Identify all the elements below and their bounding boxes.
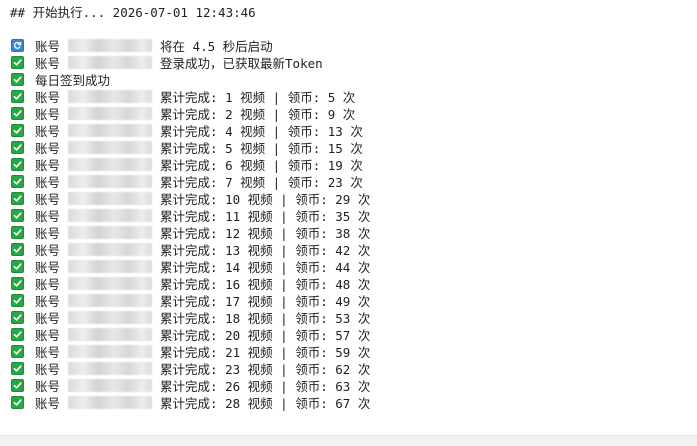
masked-account-number xyxy=(68,226,153,239)
masked-account-number xyxy=(68,175,153,188)
account-label: 账号 xyxy=(35,396,61,411)
log-line: 账号 将在 4.5 秒后启动 xyxy=(11,37,370,54)
log-line: 账号 累计完成: 16 视频 | 领币: 48 次 xyxy=(11,275,370,292)
log-line: 账号 累计完成: 1 视频 | 领币: 5 次 xyxy=(11,88,370,105)
log-line: 账号 累计完成: 21 视频 | 领币: 59 次 xyxy=(11,343,370,360)
masked-account-number xyxy=(68,345,153,358)
check-icon xyxy=(11,124,24,137)
log-line: 账号 累计完成: 2 视频 | 领币: 9 次 xyxy=(11,105,370,122)
check-icon xyxy=(11,158,24,171)
log-line: 账号 累计完成: 7 视频 | 领币: 23 次 xyxy=(11,173,370,190)
log-line: 账号 累计完成: 23 视频 | 领币: 62 次 xyxy=(11,360,370,377)
bottom-bar xyxy=(0,435,697,446)
masked-account-number xyxy=(68,209,153,222)
refresh-icon xyxy=(11,39,24,52)
masked-account-number xyxy=(68,294,153,307)
check-icon xyxy=(11,107,24,120)
masked-account-number xyxy=(68,192,153,205)
masked-account-number xyxy=(68,39,153,52)
check-icon xyxy=(11,243,24,256)
masked-account-number xyxy=(68,243,153,256)
check-icon xyxy=(11,379,24,392)
log-output: ## 开始执行... 2026-07-01 12:43:46 账号 将在 4.5 … xyxy=(0,0,697,436)
log-lines: 账号 将在 4.5 秒后启动 账号 登录成功，已获取最新Token 每日签到成功 账号 累计… xyxy=(11,37,370,411)
masked-account-number xyxy=(68,107,153,120)
log-message: 登录成功，已获取最新Token xyxy=(160,56,323,71)
log-line: 账号 累计完成: 20 视频 | 领币: 57 次 xyxy=(11,326,370,343)
log-line: 账号 登录成功，已获取最新Token xyxy=(11,54,370,71)
run-header: ## 开始执行... 2026-07-01 12:43:46 xyxy=(10,5,256,20)
log-line: 每日签到成功 xyxy=(11,71,370,88)
log-line: 账号 累计完成: 14 视频 | 领币: 44 次 xyxy=(11,258,370,275)
check-icon xyxy=(11,175,24,188)
log-line: 账号 累计完成: 12 视频 | 领币: 38 次 xyxy=(11,224,370,241)
log-line: 账号 累计完成: 10 视频 | 领币: 29 次 xyxy=(11,190,370,207)
check-icon xyxy=(11,90,24,103)
log-line: 账号 累计完成: 18 视频 | 领币: 53 次 xyxy=(11,309,370,326)
check-icon xyxy=(11,56,24,69)
log-line: 账号 累计完成: 28 视频 | 领币: 67 次 xyxy=(11,394,370,411)
check-icon xyxy=(11,73,24,86)
log-line: 账号 累计完成: 5 视频 | 领币: 15 次 xyxy=(11,139,370,156)
log-line: 账号 累计完成: 6 视频 | 领币: 19 次 xyxy=(11,156,370,173)
masked-account-number xyxy=(68,90,153,103)
check-icon xyxy=(11,362,24,375)
check-icon xyxy=(11,277,24,290)
check-icon xyxy=(11,192,24,205)
masked-account-number xyxy=(68,260,153,273)
masked-account-number xyxy=(68,277,153,290)
masked-account-number xyxy=(68,56,153,69)
check-icon xyxy=(11,260,24,273)
check-icon xyxy=(11,311,24,324)
log-line: 账号 累计完成: 26 视频 | 领币: 63 次 xyxy=(11,377,370,394)
log-line: 账号 累计完成: 13 视频 | 领币: 42 次 xyxy=(11,241,370,258)
masked-account-number xyxy=(68,124,153,137)
log-line: 账号 累计完成: 4 视频 | 领币: 13 次 xyxy=(11,122,370,139)
masked-account-number xyxy=(68,396,153,409)
log-line: 账号 累计完成: 17 视频 | 领币: 49 次 xyxy=(11,292,370,309)
check-icon xyxy=(11,294,24,307)
check-icon xyxy=(11,209,24,222)
check-icon xyxy=(11,345,24,358)
check-icon xyxy=(11,141,24,154)
check-icon xyxy=(11,226,24,239)
masked-account-number xyxy=(68,311,153,324)
masked-account-number xyxy=(68,158,153,171)
masked-account-number xyxy=(68,362,153,375)
masked-account-number xyxy=(68,379,153,392)
log-message: 累计完成: 28 视频 | 领币: 67 次 xyxy=(160,396,371,411)
log-line: 账号 累计完成: 11 视频 | 领币: 35 次 xyxy=(11,207,370,224)
check-icon xyxy=(11,396,24,409)
masked-account-number xyxy=(68,328,153,341)
masked-account-number xyxy=(68,141,153,154)
check-icon xyxy=(11,328,24,341)
